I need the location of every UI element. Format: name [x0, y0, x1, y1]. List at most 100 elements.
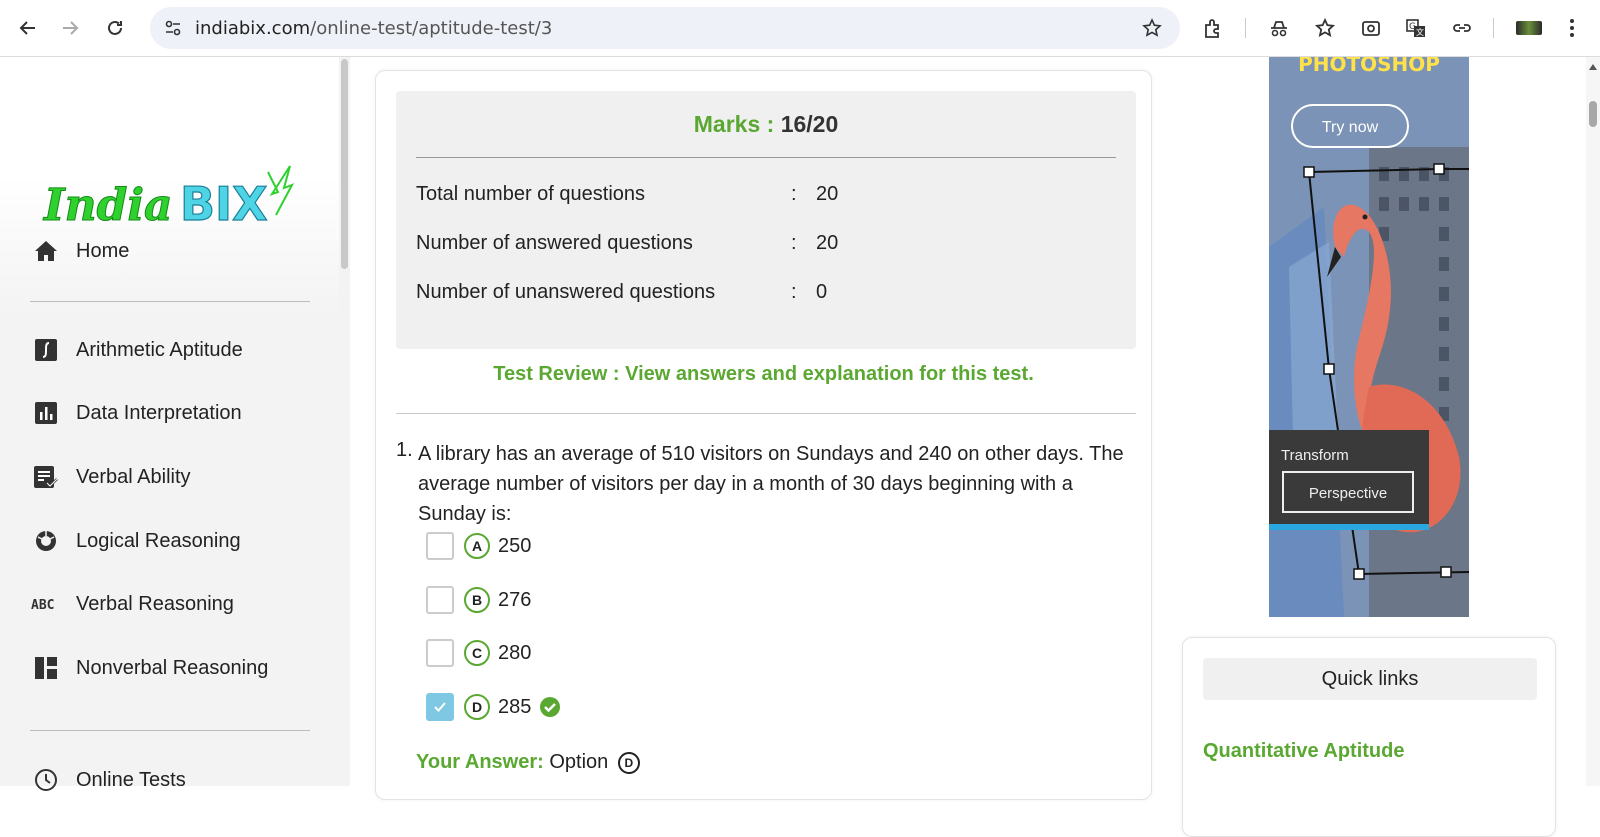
summary-row-label: Total number of questions — [416, 183, 646, 205]
option-text: 280 — [498, 641, 532, 664]
page-scroll-thumb[interactable] — [1589, 101, 1597, 127]
bookmark-star-icon[interactable] — [1142, 18, 1162, 38]
sidebar-item-label: Logical Reasoning — [76, 529, 241, 552]
sidebar-item-data-interpretation[interactable]: Data Interpretation — [30, 395, 242, 431]
home-icon — [30, 237, 62, 265]
document-check-icon — [30, 463, 62, 491]
option-a[interactable]: A 250 — [426, 531, 531, 561]
sidebar-item-verbal-reasoning[interactable]: ABC Verbal Reasoning — [30, 586, 234, 622]
clock-icon — [30, 766, 62, 794]
svg-text:BIX: BIX — [180, 177, 268, 231]
option-letter: C — [464, 640, 490, 666]
sidebar-item-label: Nonverbal Reasoning — [76, 656, 269, 679]
question-text: A library has an average of 510 visitors… — [418, 443, 1124, 525]
sidebar-item-home[interactable]: Home — [30, 233, 129, 269]
summary-divider — [416, 157, 1116, 158]
toolbar-divider — [1245, 18, 1246, 38]
option-c[interactable]: C 280 — [426, 638, 531, 668]
summary-row-label: Number of unanswered questions — [416, 281, 716, 303]
summary-row: Number of answered questions : 20 — [416, 232, 838, 255]
sidebar-item-verbal-ability[interactable]: Verbal Ability — [30, 459, 191, 495]
summary-row: Total number of questions : 20 — [416, 183, 838, 206]
summary-row-label: Number of answered questions — [416, 232, 693, 254]
summary-row-value: 0 — [816, 281, 828, 303]
option-checkbox[interactable] — [426, 532, 454, 560]
your-answer-letter: D — [617, 751, 640, 774]
option-b[interactable]: B 276 — [426, 585, 531, 615]
sidebar: India BIX Home Arithmetic Aptitude Data … — [0, 57, 350, 791]
integral-icon — [30, 336, 62, 364]
your-answer: Your Answer: Option D — [416, 751, 640, 774]
summary-row: Number of unanswered questions : 0 — [416, 281, 827, 304]
result-summary: Marks : 16/20 Total number of questions … — [396, 91, 1136, 349]
sidebar-item-online-tests[interactable]: Online Tests — [30, 762, 186, 798]
summary-row-separator: : — [791, 281, 797, 303]
browser-toolbar: indiabix.com/online-test/aptitude-test/3… — [0, 0, 1600, 57]
correct-check-icon — [540, 697, 561, 717]
sidebar-scroll-thumb[interactable] — [341, 59, 348, 269]
extensions-icon[interactable] — [1199, 14, 1227, 42]
your-answer-label: Your Answer: — [416, 751, 544, 773]
option-letter: A — [464, 533, 490, 559]
ad-perspective-label: Perspective — [1309, 485, 1387, 502]
summary-row-separator: : — [791, 232, 797, 254]
bookmarks-icon[interactable] — [1311, 14, 1339, 42]
url-text[interactable]: indiabix.com/online-test/aptitude-test/3 — [195, 18, 552, 39]
marks-value: 16/20 — [780, 111, 839, 137]
page-scrollbar[interactable] — [1586, 57, 1600, 786]
ad-try-now-label: Try now — [1322, 119, 1379, 136]
bar-chart-icon — [30, 399, 62, 427]
option-checkbox[interactable] — [426, 586, 454, 614]
quick-links-card: Quick links Quantitative Aptitude — [1182, 637, 1556, 837]
ad-headline: PHOTOSHOP — [1298, 57, 1440, 76]
toolbar-divider — [1493, 18, 1494, 38]
ad-caption: Transform — [1281, 447, 1349, 464]
indiabix-logo[interactable]: India BIX — [40, 162, 300, 242]
your-answer-value: Option — [549, 751, 609, 773]
sidebar-item-label: Data Interpretation — [76, 401, 242, 424]
option-letter: B — [464, 587, 490, 613]
checkmark-icon — [434, 702, 446, 712]
test-result-card: Marks : 16/20 Total number of questions … — [375, 70, 1152, 800]
question-number: 1. — [396, 439, 413, 461]
sidebar-item-label: Home — [76, 239, 130, 262]
screenshot-icon[interactable] — [1357, 14, 1385, 42]
sidebar-item-arithmetic-aptitude[interactable]: Arithmetic Aptitude — [30, 332, 243, 368]
reload-button[interactable] — [101, 14, 129, 42]
marks-label: Marks : — [693, 111, 775, 137]
ring-icon — [30, 527, 62, 555]
abc-icon: ABC — [30, 590, 62, 618]
option-text: 276 — [498, 588, 532, 611]
profile-avatar-icon[interactable] — [1515, 14, 1543, 42]
sidebar-item-label: Arithmetic Aptitude — [76, 338, 243, 361]
sidebar-item-label: Online Tests — [76, 768, 186, 791]
option-letter: D — [464, 694, 490, 720]
test-review-link[interactable]: Test Review : View answers and explanati… — [376, 363, 1151, 386]
svg-text:文: 文 — [1416, 27, 1424, 37]
forward-button[interactable] — [56, 14, 84, 42]
back-button[interactable] — [14, 14, 42, 42]
dashboard-icon — [30, 654, 62, 682]
scroll-up-arrow-icon[interactable] — [1588, 63, 1598, 71]
link-icon[interactable] — [1448, 14, 1476, 42]
option-checkbox-checked[interactable] — [426, 693, 454, 721]
sidebar-item-logical-reasoning[interactable]: Logical Reasoning — [30, 523, 241, 559]
advertisement-banner[interactable]: PHOTOSHOP Try now Transform Perspective — [1269, 57, 1469, 617]
translate-icon[interactable]: G文 — [1402, 14, 1430, 42]
sidebar-item-nonverbal-reasoning[interactable]: Nonverbal Reasoning — [30, 650, 268, 686]
menu-kebab-icon[interactable] — [1558, 14, 1586, 42]
site-info-icon[interactable] — [164, 19, 182, 37]
summary-row-separator: : — [791, 183, 797, 205]
option-text: 285 — [498, 695, 532, 718]
svg-text:ABC: ABC — [31, 598, 54, 613]
review-divider — [396, 413, 1136, 414]
incognito-icon[interactable] — [1265, 14, 1293, 42]
option-checkbox[interactable] — [426, 639, 454, 667]
address-bar[interactable]: indiabix.com/online-test/aptitude-test/3 — [150, 7, 1180, 49]
option-text: 250 — [498, 534, 532, 557]
sidebar-divider — [30, 301, 310, 302]
summary-row-value: 20 — [816, 232, 839, 254]
sidebar-scrollbar[interactable] — [339, 57, 350, 786]
option-d[interactable]: D 285 — [426, 692, 561, 722]
quick-link-quantitative-aptitude[interactable]: Quantitative Aptitude — [1203, 740, 1404, 763]
